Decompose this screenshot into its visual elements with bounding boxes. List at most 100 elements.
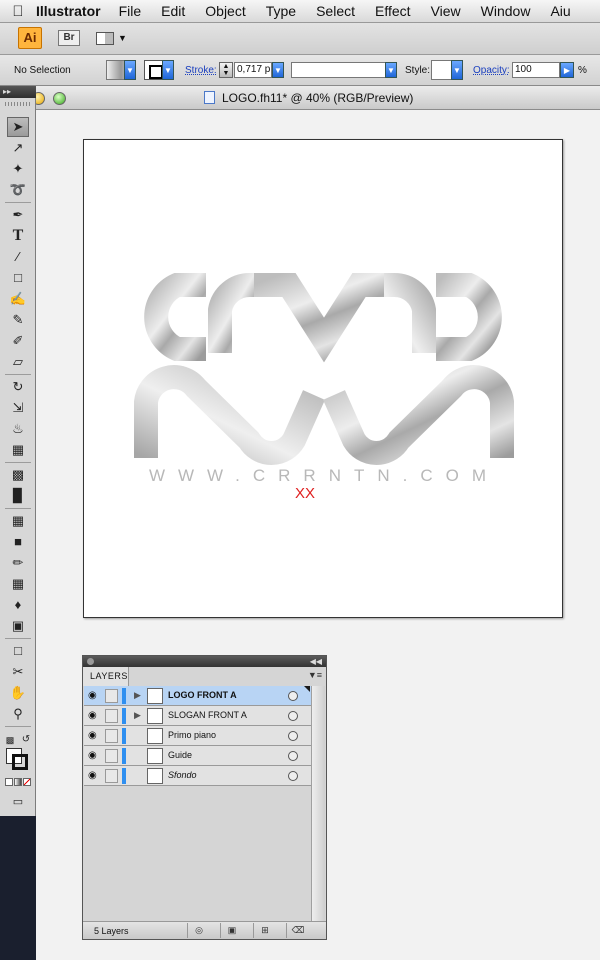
close-icon[interactable] — [87, 658, 94, 665]
clipping-mask-button[interactable]: ▣ — [220, 923, 243, 938]
stroke-color-dropdown[interactable]: ▼ — [162, 60, 174, 80]
blob-brush-tool-icon[interactable]: ✐ — [7, 331, 29, 351]
fill-dropdown[interactable]: ▼ — [124, 60, 136, 80]
artboard[interactable]: WWW.CRRNTN.COM XX — [83, 139, 563, 618]
live-paint-selection-tool-icon[interactable]: ▣ — [7, 616, 29, 636]
pen-tool-icon[interactable]: ✒ — [7, 205, 29, 225]
none-mode-button[interactable] — [23, 778, 31, 786]
menu-type[interactable]: Type — [266, 3, 296, 19]
stroke-weight-dropdown[interactable]: ▼ — [272, 62, 284, 78]
new-sublayer-button[interactable]: ⊞ — [253, 923, 276, 938]
locate-object-button[interactable]: ◎ — [187, 923, 210, 938]
zoom-button[interactable] — [53, 92, 66, 105]
lasso-tool-icon[interactable]: ➰ — [7, 180, 29, 200]
target-circle-icon[interactable] — [288, 751, 298, 761]
target-circle-icon[interactable] — [288, 691, 298, 701]
layers-panel-titlebar[interactable]: ◀◀ — [83, 656, 326, 667]
opacity-label-link[interactable]: Opacity: — [473, 65, 510, 76]
apple-icon[interactable]:  — [0, 3, 36, 20]
direct-selection-tool-icon[interactable]: ↗ — [7, 138, 29, 158]
panel-menu-icon[interactable]: ▼≡ — [308, 670, 322, 680]
logo-artwork[interactable]: WWW.CRRNTN.COM XX — [84, 140, 562, 617]
collapse-icon[interactable]: ◀◀ — [310, 656, 322, 667]
rotate-tool-icon[interactable]: ↻ — [7, 377, 29, 397]
tools-panel-grip[interactable] — [5, 102, 31, 106]
visibility-eye-icon[interactable]: ◉ — [88, 771, 100, 781]
stroke-weight-stepper[interactable]: ▲ ▼ — [219, 62, 233, 78]
expand-triangle-icon[interactable]: ▶ — [134, 690, 141, 701]
menu-object[interactable]: Object — [205, 3, 245, 19]
mesh-tool-icon[interactable]: ▦ — [7, 511, 29, 531]
slice-tool-icon[interactable]: ✂ — [7, 662, 29, 682]
menu-window[interactable]: Window — [481, 3, 531, 19]
opacity-slider-button[interactable]: ▶ — [560, 62, 574, 78]
hand-tool-icon[interactable]: ✋ — [7, 683, 29, 703]
menu-aiu[interactable]: Aiu — [550, 3, 570, 19]
default-colors-icon[interactable]: ▩ — [4, 730, 16, 750]
trash-icon[interactable]: ⌫ — [286, 923, 309, 938]
magic-wand-tool-icon[interactable]: ✦ — [7, 159, 29, 179]
layer-row-logo-front-a[interactable]: ◉ ▶ LOGO FRONT A — [84, 686, 311, 706]
layer-row-guide[interactable]: ◉ Guide — [84, 746, 311, 766]
lock-toggle[interactable] — [105, 769, 118, 783]
bridge-button[interactable]: Br — [58, 30, 80, 46]
menu-app-name[interactable]: Illustrator — [36, 3, 101, 19]
screen-mode-icon[interactable]: ▭ — [7, 792, 29, 812]
layer-name[interactable]: SLOGAN FRONT A — [168, 710, 247, 720]
stroke-color-box[interactable] — [12, 754, 28, 770]
gradient-mode-button[interactable] — [14, 778, 22, 786]
stroke-label-link[interactable]: Stroke: — [185, 65, 217, 76]
expand-triangle-icon[interactable]: ▶ — [134, 710, 141, 721]
blend-tool-icon[interactable]: ▦ — [7, 574, 29, 594]
menu-view[interactable]: View — [431, 3, 461, 19]
tools-panel-header[interactable]: ▸▸ — [0, 86, 36, 98]
stroke-weight-field[interactable]: 0,717 p — [234, 62, 272, 78]
brush-definition-field[interactable] — [291, 62, 397, 78]
layer-name[interactable]: LOGO FRONT A — [168, 690, 237, 700]
lock-toggle[interactable] — [105, 709, 118, 723]
free-transform-tool-icon[interactable]: ▦ — [7, 440, 29, 460]
layer-row-primo-piano[interactable]: ◉ Primo piano — [84, 726, 311, 746]
artboard-tool-icon[interactable]: □ — [7, 641, 29, 661]
target-circle-icon[interactable] — [288, 711, 298, 721]
stroke-swatch[interactable] — [144, 60, 164, 80]
target-circle-icon[interactable] — [288, 771, 298, 781]
target-circle-icon[interactable] — [288, 731, 298, 741]
menu-file[interactable]: File — [119, 3, 142, 19]
layer-row-slogan-front-a[interactable]: ◉ ▶ SLOGAN FRONT A — [84, 706, 311, 726]
line-tool-icon[interactable]: ∕ — [7, 247, 29, 267]
visibility-eye-icon[interactable]: ◉ — [88, 751, 100, 761]
gradient-tool-icon[interactable]: ■ — [7, 532, 29, 552]
tab-layers[interactable]: LAYERS — [83, 667, 129, 686]
menu-effect[interactable]: Effect — [375, 3, 411, 19]
document-title-bar[interactable]: LOGO.fh11* @ 40% (RGB/Preview) — [32, 86, 600, 110]
column-graph-tool-icon[interactable]: ▉ — [7, 486, 29, 506]
layers-scrollbar[interactable] — [311, 686, 325, 921]
lock-toggle[interactable] — [105, 689, 118, 703]
warp-tool-icon[interactable]: ♨ — [7, 419, 29, 439]
layer-row-sfondo[interactable]: ◉ Sfondo — [84, 766, 311, 786]
type-tool-icon[interactable]: T — [7, 226, 29, 246]
layer-name[interactable]: Guide — [168, 750, 192, 760]
layer-name[interactable]: Primo piano — [168, 730, 216, 740]
lock-toggle[interactable] — [105, 729, 118, 743]
opacity-field[interactable]: 100 — [512, 62, 560, 78]
arrange-documents-button[interactable]: ▼ — [96, 29, 128, 47]
menu-select[interactable]: Select — [316, 3, 355, 19]
eyedropper-tool-icon[interactable]: ✏ — [7, 553, 29, 573]
color-mode-button[interactable] — [5, 778, 13, 786]
eraser-tool-icon[interactable]: ▱ — [7, 352, 29, 372]
rectangle-tool-icon[interactable]: □ — [7, 268, 29, 288]
pencil-tool-icon[interactable]: ✎ — [7, 310, 29, 330]
layer-name[interactable]: Sfondo — [168, 770, 197, 780]
lock-toggle[interactable] — [105, 749, 118, 763]
visibility-eye-icon[interactable]: ◉ — [88, 711, 100, 721]
brush-definition-dropdown[interactable]: ▼ — [385, 62, 397, 78]
symbol-sprayer-tool-icon[interactable]: ▩ — [7, 465, 29, 485]
live-paint-bucket-tool-icon[interactable]: ♦ — [7, 595, 29, 615]
visibility-eye-icon[interactable]: ◉ — [88, 731, 100, 741]
graphic-style-dropdown[interactable]: ▼ — [451, 60, 463, 80]
visibility-eye-icon[interactable]: ◉ — [88, 691, 100, 701]
menu-edit[interactable]: Edit — [161, 3, 185, 19]
scale-tool-icon[interactable]: ⇲ — [7, 398, 29, 418]
